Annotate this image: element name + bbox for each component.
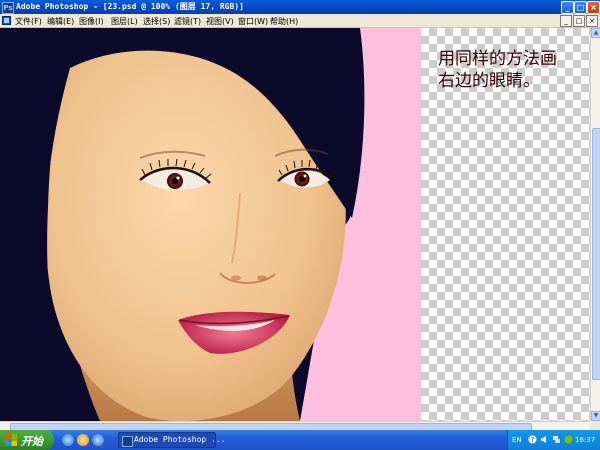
minimize-button[interactable]: _: [561, 1, 574, 14]
system-tray: EN ? 16:37: [507, 430, 600, 450]
taskbar-photoshop-button[interactable]: Adobe Photoshop ...: [118, 432, 226, 448]
menu-filter[interactable]: 滤镜(T): [174, 16, 201, 27]
document-close-button[interactable]: ×: [586, 15, 598, 27]
document-restore-button[interactable]: □: [573, 15, 585, 27]
tray-app-icon[interactable]: [564, 435, 573, 444]
menu-select[interactable]: 选择(S): [143, 16, 170, 27]
menu-bar: 文件(F) 编辑(E) 图像(I) 图层(L) 选择(S) 滤镜(T) 视图(V…: [0, 14, 600, 28]
title-bar: Ps Adobe Photoshop - [23.psd @ 100% (图层 …: [0, 0, 600, 14]
start-button[interactable]: 开始: [0, 430, 54, 450]
vertical-scroll-thumb[interactable]: [592, 128, 600, 380]
menu-layer[interactable]: 图层(L): [111, 16, 138, 27]
menu-image[interactable]: 图像(I): [79, 16, 104, 27]
windows-logo-icon: [5, 434, 17, 446]
clock: 16:37: [575, 436, 596, 444]
document-canvas[interactable]: 用同样的方法画 右边的眼睛。: [0, 28, 590, 421]
menu-view[interactable]: 视图(V): [206, 16, 234, 27]
menu-edit[interactable]: 编辑(E): [47, 16, 74, 27]
help-icon[interactable]: ?: [528, 435, 537, 444]
volume-icon[interactable]: [540, 435, 549, 444]
app-icon-text: Ps: [3, 4, 13, 12]
menu-window[interactable]: 窗口(W): [238, 16, 268, 27]
window-title: Adobe Photoshop - [23.psd @ 100% (图层 17,…: [16, 2, 244, 11]
taskbar-button-label: Adobe Photoshop ...: [134, 435, 226, 444]
instruction-line: 用同样的方法画: [438, 49, 557, 69]
photoshop-app-icon[interactable]: Ps: [2, 2, 14, 14]
close-button[interactable]: ×: [587, 1, 600, 14]
start-label: 开始: [21, 435, 43, 448]
photoshop-task-icon: [122, 436, 133, 447]
scroll-down-button[interactable]: ▼: [591, 411, 600, 421]
portrait-illustration: [0, 28, 365, 421]
language-indicator[interactable]: EN: [512, 436, 522, 444]
menu-help[interactable]: 帮助(H): [270, 16, 298, 27]
document-minimize-button[interactable]: _: [560, 15, 572, 27]
taskbar: 开始 Adobe Photoshop ... EN ? 16:37: [0, 430, 600, 450]
network-icon[interactable]: [552, 435, 561, 444]
instruction-line: 右边的眼睛。: [438, 71, 540, 91]
vertical-scrollbar[interactable]: ▲ ▼: [590, 28, 600, 421]
document-icon[interactable]: [2, 16, 11, 25]
scroll-up-button[interactable]: ▲: [591, 28, 600, 38]
menu-file[interactable]: 文件(F): [15, 16, 42, 27]
svg-text:?: ?: [531, 436, 535, 444]
media-player-icon[interactable]: [77, 434, 89, 446]
horizontal-scrollbar[interactable]: [0, 421, 590, 431]
show-desktop-icon[interactable]: [62, 434, 74, 446]
instruction-text: 用同样的方法画 右边的眼睛。: [438, 48, 588, 92]
internet-explorer-icon[interactable]: [92, 434, 104, 446]
maximize-button[interactable]: □: [574, 1, 587, 14]
